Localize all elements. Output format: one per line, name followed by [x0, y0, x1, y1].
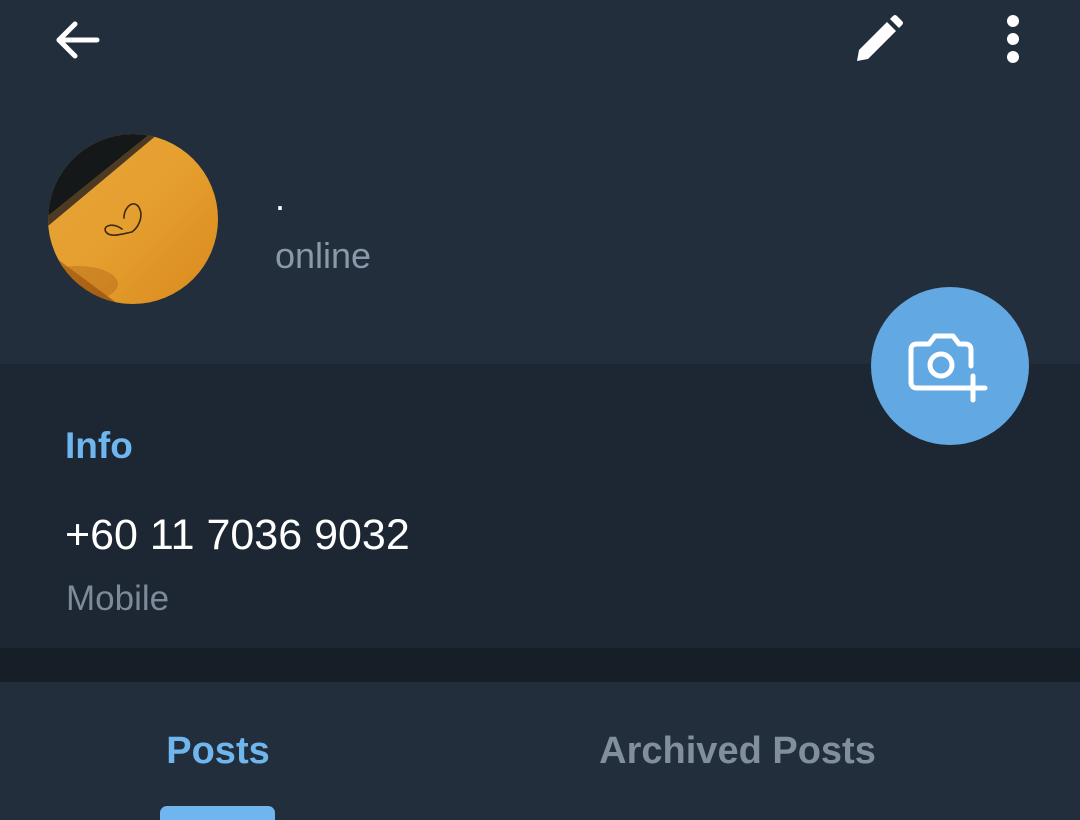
back-button[interactable]	[38, 0, 118, 80]
active-tab-indicator	[160, 806, 275, 820]
phone-label: Mobile	[66, 579, 170, 618]
set-photo-button[interactable]	[871, 287, 1029, 445]
tab-archived-posts[interactable]: Archived Posts	[500, 682, 975, 820]
section-divider	[0, 648, 1080, 682]
profile-status: online	[275, 235, 372, 276]
info-heading: Info	[65, 425, 133, 466]
edit-button[interactable]	[838, 0, 918, 80]
phone-number[interactable]: +60 11 7036 9032	[65, 510, 410, 560]
tab-posts[interactable]: Posts	[0, 682, 436, 820]
avatar[interactable]	[48, 134, 218, 304]
pencil-icon	[857, 15, 903, 61]
camera-add-icon	[908, 333, 988, 403]
more-options-button[interactable]	[973, 0, 1053, 80]
profile-photo	[48, 134, 218, 304]
more-vertical-icon	[1007, 15, 1019, 63]
arrow-left-icon	[56, 21, 100, 59]
profile-name: ·	[274, 185, 286, 226]
